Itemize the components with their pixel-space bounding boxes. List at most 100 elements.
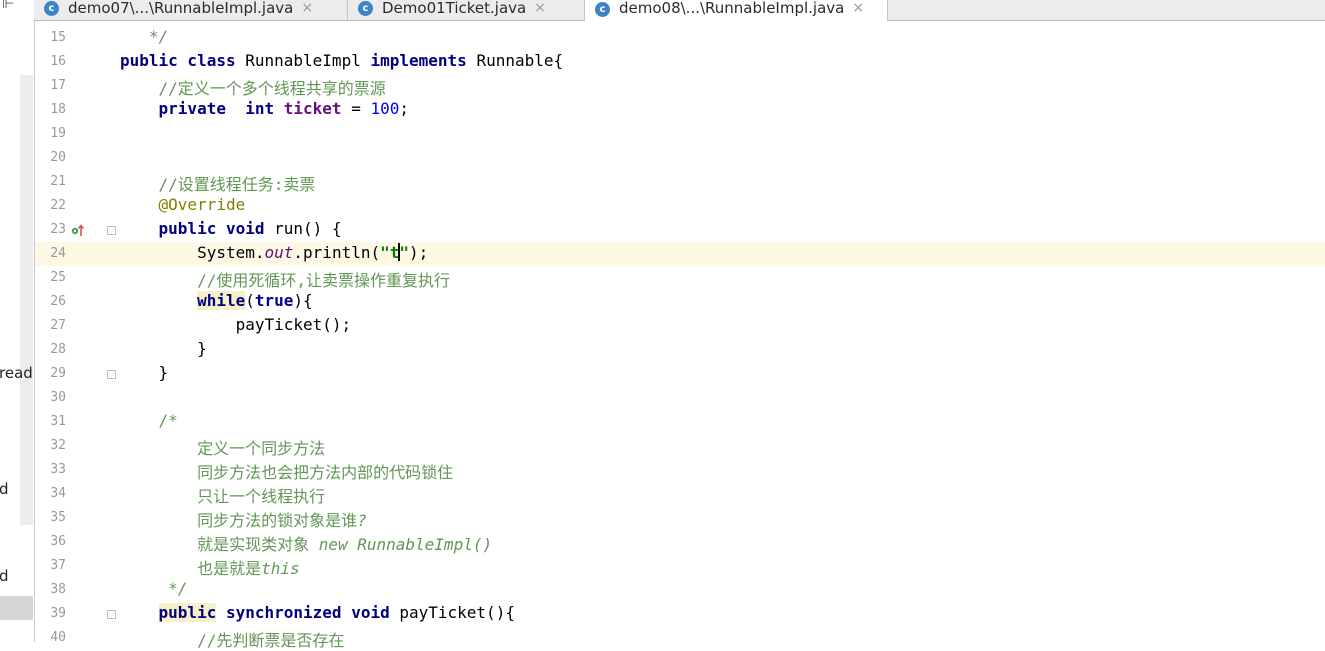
code-line[interactable]: 40 //先判断票是否存在 <box>35 626 1325 650</box>
line-number: 27 <box>50 318 66 333</box>
code-line[interactable]: 26 while(true){ <box>35 290 1325 314</box>
code-text: 定义一个同步方法 <box>197 439 326 458</box>
code-line[interactable]: 18 private int ticket = 100; <box>35 98 1325 122</box>
tab-demo07-runnableimpl[interactable]: c demo07\...\RunnableImpl.java × <box>34 0 348 20</box>
truncated-tree-label[interactable]: d <box>0 567 9 585</box>
line-number: 40 <box>50 630 66 645</box>
code-text: public class RunnableImpl implements Run… <box>120 51 564 70</box>
code-line[interactable]: 27 payTicket(); <box>35 314 1325 338</box>
code-text: } <box>120 339 207 358</box>
tab-label: demo07\...\RunnableImpl.java <box>68 0 294 17</box>
line-number: 29 <box>50 366 66 381</box>
code-text: 同步方法的锁对象是谁? <box>197 511 367 530</box>
line-number: 26 <box>50 294 66 309</box>
code-text: //定义一个多个线程共享的票源 <box>158 79 386 98</box>
line-number: 25 <box>50 270 66 285</box>
line-number: 17 <box>50 78 66 93</box>
code-line[interactable]: 38 */ <box>35 578 1325 602</box>
project-tool-window-strip: ⊩ read d d <box>0 0 35 642</box>
line-number: 20 <box>50 150 66 165</box>
code-editor[interactable]: 15 */ 16 public class RunnableImpl impleme… <box>35 26 1325 650</box>
truncated-tree-label[interactable]: d <box>0 480 9 498</box>
line-number: 39 <box>50 606 66 621</box>
code-line[interactable]: 21 //设置线程任务:卖票 <box>35 170 1325 194</box>
class-c-icon: c <box>44 1 59 16</box>
class-c-icon: c <box>358 1 373 16</box>
code-line[interactable]: 16 public class RunnableImpl implements R… <box>35 50 1325 74</box>
code-line[interactable]: 33 同步方法也会把方法内部的代码锁住 <box>35 458 1325 482</box>
code-line[interactable]: 36 就是实现类对象 new RunnableImpl() <box>35 530 1325 554</box>
tool-window-icon[interactable]: ⊩ <box>2 0 14 12</box>
code-line[interactable]: 34 只让一个线程执行 <box>35 482 1325 506</box>
line-number: 18 <box>50 102 66 117</box>
line-number: 16 <box>50 54 66 69</box>
code-line[interactable]: 30 <box>35 386 1325 410</box>
line-number: 22 <box>50 198 66 213</box>
code-line[interactable]: 25 //使用死循环,让卖票操作重复执行 <box>35 266 1325 290</box>
code-line[interactable]: 19 <box>35 122 1325 146</box>
line-number: 32 <box>50 438 66 453</box>
code-line[interactable]: 39 public synchronized void payTicket(){ <box>35 602 1325 626</box>
code-line[interactable]: 24 System.out.println("t"); <box>35 242 1325 266</box>
project-tree-shade <box>20 75 33 525</box>
fold-marker-icon[interactable] <box>107 370 116 379</box>
code-text: @Override <box>158 195 246 214</box>
close-icon[interactable]: × <box>534 0 546 16</box>
code-text: */ <box>168 579 188 598</box>
close-icon[interactable]: × <box>852 0 864 16</box>
code-line[interactable]: 32 定义一个同步方法 <box>35 434 1325 458</box>
code-text: 也是就是this <box>197 559 300 578</box>
override-arrow-icon[interactable] <box>71 223 85 237</box>
line-number: 34 <box>50 486 66 501</box>
code-line[interactable]: 15 */ <box>35 26 1325 50</box>
tab-label: Demo01Ticket.java <box>382 0 527 17</box>
line-number: 37 <box>50 558 66 573</box>
fold-marker-icon[interactable] <box>107 226 116 235</box>
line-number: 28 <box>50 342 66 357</box>
close-icon[interactable]: × <box>301 0 313 16</box>
code-text: private int ticket = 100; <box>158 99 410 118</box>
code-text: 同步方法也会把方法内部的代码锁住 <box>197 463 454 482</box>
line-number: 23 <box>50 222 66 237</box>
line-number: 30 <box>50 390 66 405</box>
code-text: 只让一个线程执行 <box>197 487 326 506</box>
line-number: 33 <box>50 462 66 477</box>
code-line[interactable]: 23 public void run() { <box>35 218 1325 242</box>
tab-demo01ticket[interactable]: c Demo01Ticket.java × <box>348 0 585 20</box>
line-number: 15 <box>50 30 66 45</box>
code-line[interactable]: 29 } <box>35 362 1325 386</box>
line-number: 36 <box>50 534 66 549</box>
code-line[interactable]: 22 @Override <box>35 194 1325 218</box>
tab-demo08-runnableimpl[interactable]: c demo08\...\RunnableImpl.java × <box>585 0 888 21</box>
truncated-tree-label[interactable]: read <box>0 364 33 382</box>
selected-tree-row[interactable] <box>0 596 33 620</box>
tab-label: demo08\...\RunnableImpl.java <box>619 0 845 17</box>
code-text: } <box>120 363 169 382</box>
code-line[interactable]: 17 //定义一个多个线程共享的票源 <box>35 74 1325 98</box>
fold-marker-icon[interactable] <box>107 610 116 619</box>
code-text: payTicket(); <box>120 315 352 334</box>
code-line[interactable]: 31 /* <box>35 410 1325 434</box>
code-text: */ <box>120 27 169 46</box>
class-c-icon: c <box>595 1 610 17</box>
code-line[interactable]: 37 也是就是this <box>35 554 1325 578</box>
line-number: 31 <box>50 414 66 429</box>
code-line[interactable]: 28 } <box>35 338 1325 362</box>
code-text: public synchronized void payTicket(){ <box>158 603 515 622</box>
code-line[interactable]: 35 同步方法的锁对象是谁? <box>35 506 1325 530</box>
line-number: 35 <box>50 510 66 525</box>
code-text: //使用死循环,让卖票操作重复执行 <box>197 271 450 290</box>
code-line[interactable]: 20 <box>35 146 1325 170</box>
code-text: System.out.println("t"); <box>120 243 429 262</box>
code-text: while(true){ <box>197 291 313 310</box>
line-number: 38 <box>50 582 66 597</box>
code-text: public void run() { <box>158 219 342 238</box>
code-text: //先判断票是否存在 <box>197 631 345 650</box>
line-number: 19 <box>50 126 66 141</box>
code-text: /* <box>158 411 178 430</box>
code-text: 就是实现类对象 new RunnableImpl() <box>197 535 493 554</box>
code-text: //设置线程任务:卖票 <box>158 175 316 194</box>
line-number: 24 <box>50 246 66 261</box>
line-number: 21 <box>50 174 66 189</box>
editor-tab-bar: c demo07\...\RunnableImpl.java × c Demo0… <box>34 0 1325 21</box>
